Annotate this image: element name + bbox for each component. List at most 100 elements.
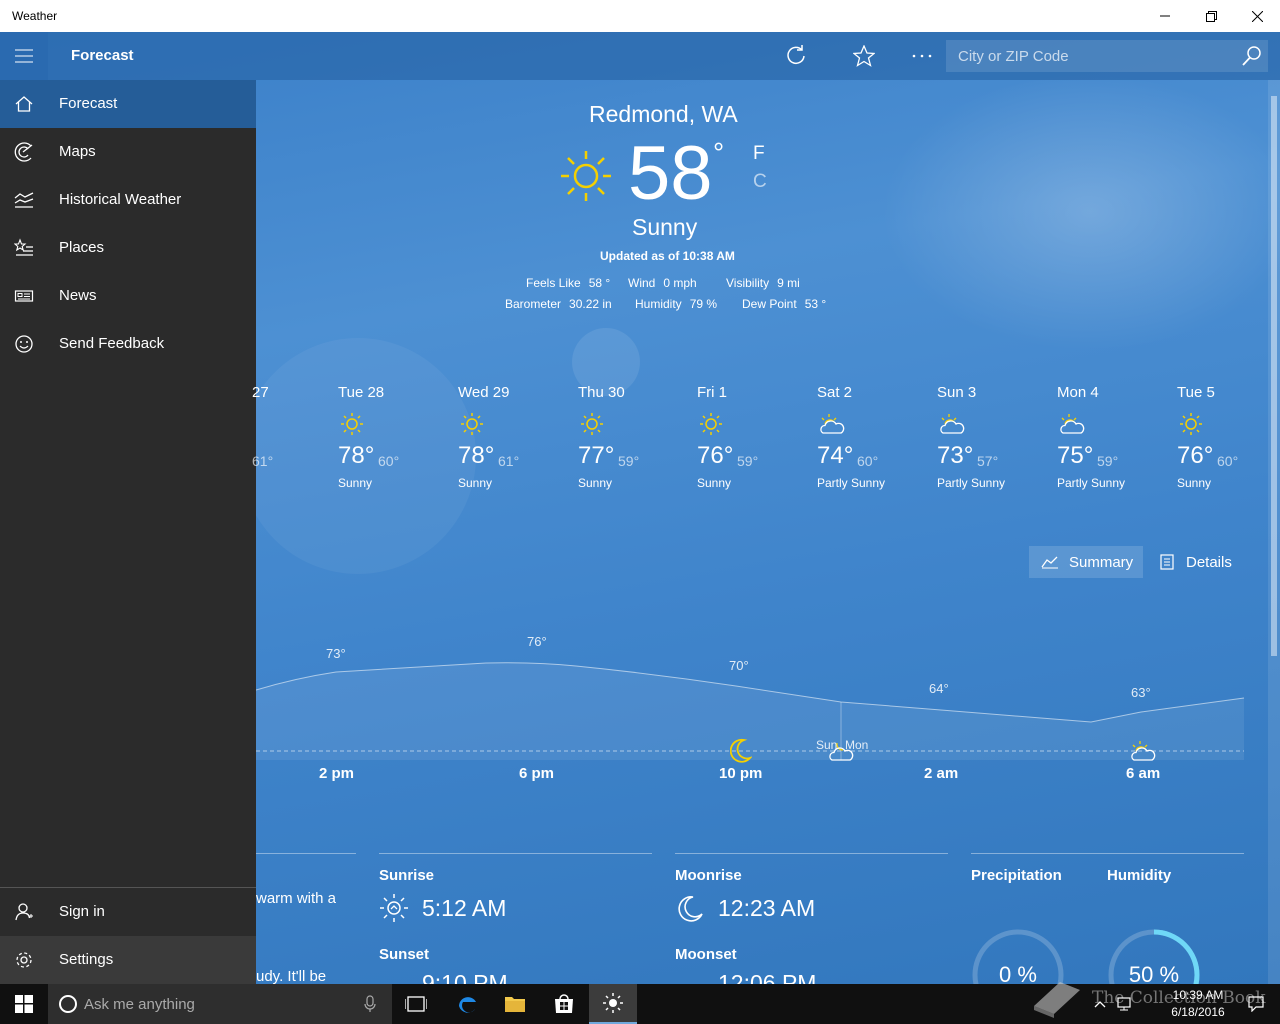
gear-icon	[16, 952, 32, 968]
minimize-button[interactable]	[1142, 0, 1188, 32]
current-temperature: 58	[628, 131, 713, 216]
windows-logo-icon	[15, 995, 33, 1013]
action-center-button[interactable]	[1244, 984, 1268, 1024]
nav-item-places[interactable]: Places	[0, 224, 256, 272]
window-title: Weather	[12, 9, 58, 23]
task-view-icon	[405, 996, 427, 1012]
restore-button[interactable]	[1188, 0, 1234, 32]
detail-humidity: Humidity 79 %	[635, 297, 718, 311]
day-high: 76°	[1177, 442, 1214, 469]
day-split-right: Mon	[845, 738, 869, 752]
day-card[interactable]: Sun 3 73° 57° Partly Sunny	[937, 384, 1057, 490]
humidity-value: 50 %	[1128, 962, 1180, 984]
forecast-main: Redmond, WA 58 ° F C Sunny Updated as of…	[252, 80, 1280, 984]
updated-time: Updated as of 10:38 AM	[600, 249, 735, 263]
summary-tab[interactable]: Summary	[1029, 546, 1143, 578]
close-button[interactable]	[1234, 0, 1280, 32]
microphone-icon[interactable]	[364, 995, 376, 1013]
more-button[interactable]	[908, 42, 936, 70]
nav-label: Maps	[59, 143, 96, 160]
search-input[interactable]	[946, 40, 1236, 72]
nav-item-settings[interactable]: Settings	[0, 936, 256, 984]
day-card[interactable]: Thu 30 77° 59° Sunny	[578, 384, 698, 490]
network-icon	[1117, 997, 1131, 1011]
details-tab-label: Details	[1186, 553, 1232, 571]
hourly-point-label: 70°	[729, 658, 749, 673]
day-low: 57°	[977, 453, 999, 469]
partly-sunny-icon	[940, 414, 965, 434]
app-bar: Forecast	[0, 32, 1280, 80]
edge-button[interactable]	[443, 984, 491, 1024]
day-name: Wed 29	[458, 384, 510, 401]
show-hidden-icons-button[interactable]	[1090, 984, 1110, 1024]
day-condition: Partly Sunny	[817, 476, 886, 490]
store-button[interactable]	[540, 984, 588, 1024]
hourly-point-label: 73°	[326, 646, 346, 661]
task-view-button[interactable]	[392, 984, 440, 1024]
favorite-button[interactable]	[850, 42, 878, 70]
day-card[interactable]: Mon 4 75° 59° Partly Sunny	[1057, 384, 1177, 490]
unit-fahrenheit-toggle[interactable]: F	[753, 143, 765, 165]
day-high: 73°	[937, 442, 974, 469]
details-tab[interactable]: Details	[1148, 546, 1242, 578]
start-button[interactable]	[0, 984, 48, 1024]
day-card[interactable]: Sat 2 74° 60° Partly Sunny	[817, 384, 937, 490]
detail-wind: Wind 0 mph	[628, 276, 697, 290]
detail-visibility: Visibility 9 mi	[726, 276, 800, 290]
weather-app-button[interactable]	[589, 984, 637, 1024]
search-box	[946, 40, 1268, 72]
radar-icon	[14, 142, 33, 162]
nav-item-historical-weather[interactable]: Historical Weather	[0, 176, 256, 224]
day-low: 61°	[498, 453, 520, 469]
network-button[interactable]	[1114, 984, 1138, 1024]
newspaper-icon	[14, 290, 34, 302]
detail-barometer: Barometer 30.22 in	[505, 297, 612, 311]
hour-label: 6 pm	[519, 765, 555, 782]
star-list-icon	[14, 238, 33, 256]
moonrise-time: 12:23 AM	[718, 895, 816, 921]
day-name: Tue 5	[1177, 384, 1215, 401]
scrollbar-thumb[interactable]	[1271, 96, 1277, 656]
current-condition: Sunny	[632, 214, 698, 240]
nav-label: Send Feedback	[59, 335, 165, 352]
day-card[interactable]: Wed 29 78° 61° Sunny	[458, 384, 578, 490]
nav-item-maps[interactable]: Maps	[0, 128, 256, 176]
day-card[interactable]: Fri 1 76° 59° Sunny	[697, 384, 817, 490]
nav-label: Settings	[59, 951, 114, 968]
weather-app-icon	[603, 993, 623, 1013]
sun-icon	[1180, 413, 1202, 435]
partly-sunny-icon	[1060, 414, 1085, 434]
day-card[interactable]: Tue 5 76° 60° Sunny	[1177, 384, 1267, 490]
cortana-search[interactable]: Ask me anything	[48, 984, 392, 1024]
scrollbar[interactable]	[1268, 80, 1280, 984]
hamburger-button[interactable]	[0, 32, 48, 80]
nav-item-send-feedback[interactable]: Send Feedback	[0, 320, 256, 368]
search-icon[interactable]	[1240, 44, 1264, 68]
day-low: 60°	[378, 453, 400, 469]
section-divider	[675, 853, 948, 854]
file-explorer-button[interactable]	[491, 984, 539, 1024]
humidity-label: Humidity	[1107, 867, 1172, 884]
day-name: Thu 30	[578, 384, 625, 401]
sun-icon	[461, 413, 483, 435]
moonrise-label: Moonrise	[675, 867, 742, 884]
day-condition: Sunny	[458, 476, 493, 490]
day-name: Tue 28	[338, 384, 385, 401]
day-low: 60°	[1217, 453, 1239, 469]
nav-item-news[interactable]: News	[0, 272, 256, 320]
hour-label: 2 am	[924, 765, 959, 782]
refresh-button[interactable]	[782, 42, 810, 70]
section-divider	[256, 853, 356, 854]
sunrise-time: 5:12 AM	[422, 895, 507, 921]
sun-icon	[581, 413, 603, 435]
clock-date[interactable]: 6/18/2016	[1158, 1005, 1238, 1019]
nav-item-sign-in[interactable]: Sign in	[0, 888, 256, 936]
sunset-label: Sunset	[379, 946, 430, 963]
day-card[interactable]: Tue 28 78° 60° Sunny	[338, 384, 458, 490]
clock-time[interactable]: 10:39 AM	[1158, 988, 1238, 1002]
taskbar: Ask me anything The Collection Book 10:3…	[0, 982, 1280, 1024]
nav-item-forecast[interactable]: Forecast	[0, 80, 256, 128]
nav-label: Forecast	[59, 95, 118, 112]
nav-pane: Forecast Maps Historical Weather Places …	[0, 80, 256, 984]
unit-celsius-toggle[interactable]: C	[753, 171, 767, 193]
